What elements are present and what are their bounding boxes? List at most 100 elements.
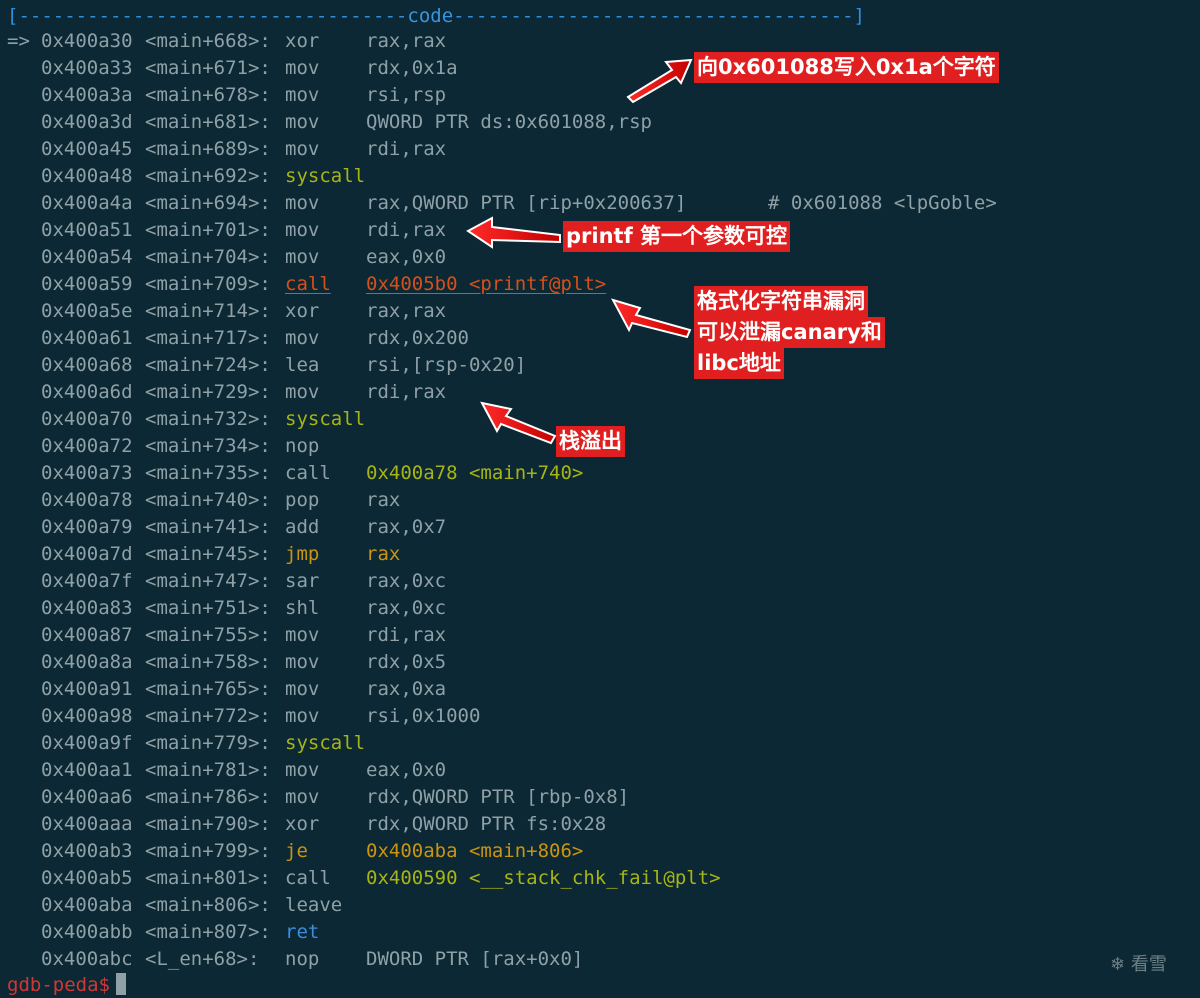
instruction-address: 0x400a3d [41, 111, 133, 133]
watermark-text: 看雪 [1130, 954, 1167, 975]
instruction-address: 0x400a54 [41, 246, 133, 268]
instruction-symbol: <main+765>: [145, 678, 271, 700]
instruction-address: 0x400a4a [41, 192, 133, 214]
instruction-symbol: <main+724>: [145, 354, 271, 376]
annotation-format-string: 格式化字符串漏洞 可以泄漏canary和 libc地址 [694, 286, 885, 379]
instruction-address: 0x400a33 [41, 57, 133, 79]
disasm-row: 0x400a7d <main+745>: jmp rax [7, 541, 721, 568]
instruction-operands: rsi,0x1000 [366, 705, 481, 727]
instruction-operands: 0x4005b0 <printf@plt> [366, 273, 607, 295]
instruction-operands: rax [366, 489, 401, 511]
instruction-address: 0x400aa6 [41, 786, 133, 808]
instruction-mnemonic: xor [285, 300, 320, 322]
disasm-row: 0x400a87 <main+755>: mov rdi,rax [7, 622, 721, 649]
disasm-row: 0x400a73 <main+735>: call 0x400a78 <main+74… [7, 460, 721, 487]
instruction-address: 0x400aa1 [41, 759, 133, 781]
instruction-symbol: <main+755>: [145, 624, 271, 646]
instruction-address: 0x400a87 [41, 624, 133, 646]
instruction-mnemonic: xor [285, 30, 320, 52]
instruction-operands: rax [366, 543, 401, 565]
code-section-title: code [407, 5, 454, 27]
instruction-address: 0x400a78 [41, 489, 133, 511]
annotation-write: 向0x601088写入0x1a个字符 [694, 52, 999, 83]
disasm-row: 0x400a83 <main+751>: shl rax,0xc [7, 595, 721, 622]
gdb-prompt[interactable]: gdb-peda$ [7, 973, 126, 998]
instruction-mnemonic: mov [285, 246, 320, 268]
annotation-fmt-line3: libc地址 [694, 348, 784, 379]
instruction-address: 0x400a45 [41, 138, 133, 160]
disasm-row: 0x400a45 <main+689>: mov rdi,rax [7, 136, 721, 163]
instruction-operands: 0x400590 <__stack_chk_fail@plt> [366, 867, 721, 889]
instruction-operands: eax,0x0 [366, 246, 447, 268]
instruction-symbol: <main+758>: [145, 651, 271, 673]
instruction-mnemonic: shl [285, 597, 320, 619]
instruction-mnemonic: lea [285, 354, 320, 376]
instruction-address: 0x400abc [41, 948, 133, 970]
disasm-row: 0x400a3d <main+681>: mov QWORD PTR ds:0x601… [7, 109, 721, 136]
instruction-mnemonic: syscall [285, 732, 366, 754]
instruction-mnemonic: mov [285, 138, 320, 160]
instruction-symbol: <main+772>: [145, 705, 271, 727]
instruction-address: 0x400a51 [41, 219, 133, 241]
disasm-row: 0x400a79 <main+741>: add rax,0x7 [7, 514, 721, 541]
instruction-operands: rsi,[rsp-0x20] [366, 354, 527, 376]
disasm-row: 0x400a9f <main+779>: syscall [7, 730, 721, 757]
disasm-row: 0x400a4a <main+694>: mov rax,QWORD PTR [rip… [7, 190, 997, 217]
annotation-write-text: 向0x601088写入0x1a个字符 [694, 52, 999, 83]
instruction-mnemonic: mov [285, 57, 320, 79]
instruction-address: 0x400a3a [41, 84, 133, 106]
disasm-row: 0x400a6d <main+729>: mov rdi,rax [7, 379, 721, 406]
annotation-printf-text: printf 第一个参数可控 [563, 221, 791, 252]
instruction-address: 0x400a70 [41, 408, 133, 430]
instruction-address: 0x400a83 [41, 597, 133, 619]
disasm-row: 0x400aa6 <main+786>: mov rdx,QWORD PTR [rbp… [7, 784, 721, 811]
instruction-symbol: <main+671>: [145, 57, 271, 79]
disasm-row: 0x400aba <main+806>: leave [7, 892, 721, 919]
instruction-symbol: <main+751>: [145, 597, 271, 619]
instruction-operands: rdx,QWORD PTR fs:0x28 [366, 813, 607, 835]
disasm-row: 0x400a78 <main+740>: pop rax [7, 487, 721, 514]
instruction-operands: rsi,rsp [366, 84, 447, 106]
instruction-symbol: <main+692>: [145, 165, 271, 187]
instruction-address: 0x400a98 [41, 705, 133, 727]
instruction-symbol: <main+779>: [145, 732, 271, 754]
instruction-symbol: <main+717>: [145, 327, 271, 349]
instruction-symbol: <main+732>: [145, 408, 271, 430]
disasm-row: 0x400a3a <main+678>: mov rsi,rsp [7, 82, 721, 109]
instruction-operands: eax,0x0 [366, 759, 447, 781]
instruction-symbol: <main+740>: [145, 489, 271, 511]
instruction-mnemonic: syscall [285, 408, 366, 430]
disasm-row: 0x400a59 <main+709>: call 0x4005b0 <printf@… [7, 271, 721, 298]
instruction-symbol: <main+806>: [145, 894, 271, 916]
instruction-symbol: <main+709>: [145, 273, 271, 295]
watermark: ❄ 看雪 [1110, 950, 1167, 976]
instruction-operands: rax,0xa [366, 678, 447, 700]
instruction-address: 0x400a30 [41, 30, 133, 52]
instruction-address: 0x400a79 [41, 516, 133, 538]
instruction-operands: rdi,rax [366, 138, 447, 160]
disasm-row: 0x400a33 <main+671>: mov rdx,0x1a [7, 55, 721, 82]
disasm-row: 0x400aa1 <main+781>: mov eax,0x0 [7, 757, 721, 784]
instruction-operands: DWORD PTR [rax+0x0] [366, 948, 584, 970]
header-right-rule: -----------------------------------] [453, 5, 865, 27]
instruction-symbol: <main+786>: [145, 786, 271, 808]
disasm-row: 0x400a61 <main+717>: mov rdx,0x200 [7, 325, 721, 352]
instruction-mnemonic: mov [285, 111, 320, 133]
code-section-header: [----------------------------------code-… [7, 3, 865, 30]
disasm-row: 0x400abc <L_en+68>: nop DWORD PTR [rax+0x0] [7, 946, 721, 973]
instruction-symbol: <main+747>: [145, 570, 271, 592]
disassembly-listing: => 0x400a30 <main+668>: xor rax,rax 0x400a33 <… [7, 28, 997, 973]
instruction-mnemonic: je [285, 840, 308, 862]
instruction-symbol: <main+734>: [145, 435, 271, 457]
instruction-address: 0x400a91 [41, 678, 133, 700]
instruction-operands: 0x400a78 <main+740> [366, 462, 584, 484]
instruction-address: 0x400aaa [41, 813, 133, 835]
instruction-address: 0x400ab5 [41, 867, 133, 889]
instruction-mnemonic: nop [285, 948, 320, 970]
instruction-address: 0x400ab3 [41, 840, 133, 862]
current-instruction-pointer: => [7, 30, 30, 52]
instruction-mnemonic: mov [285, 705, 320, 727]
instruction-symbol: <main+689>: [145, 138, 271, 160]
instruction-mnemonic: mov [285, 219, 320, 241]
instruction-mnemonic: nop [285, 435, 320, 457]
